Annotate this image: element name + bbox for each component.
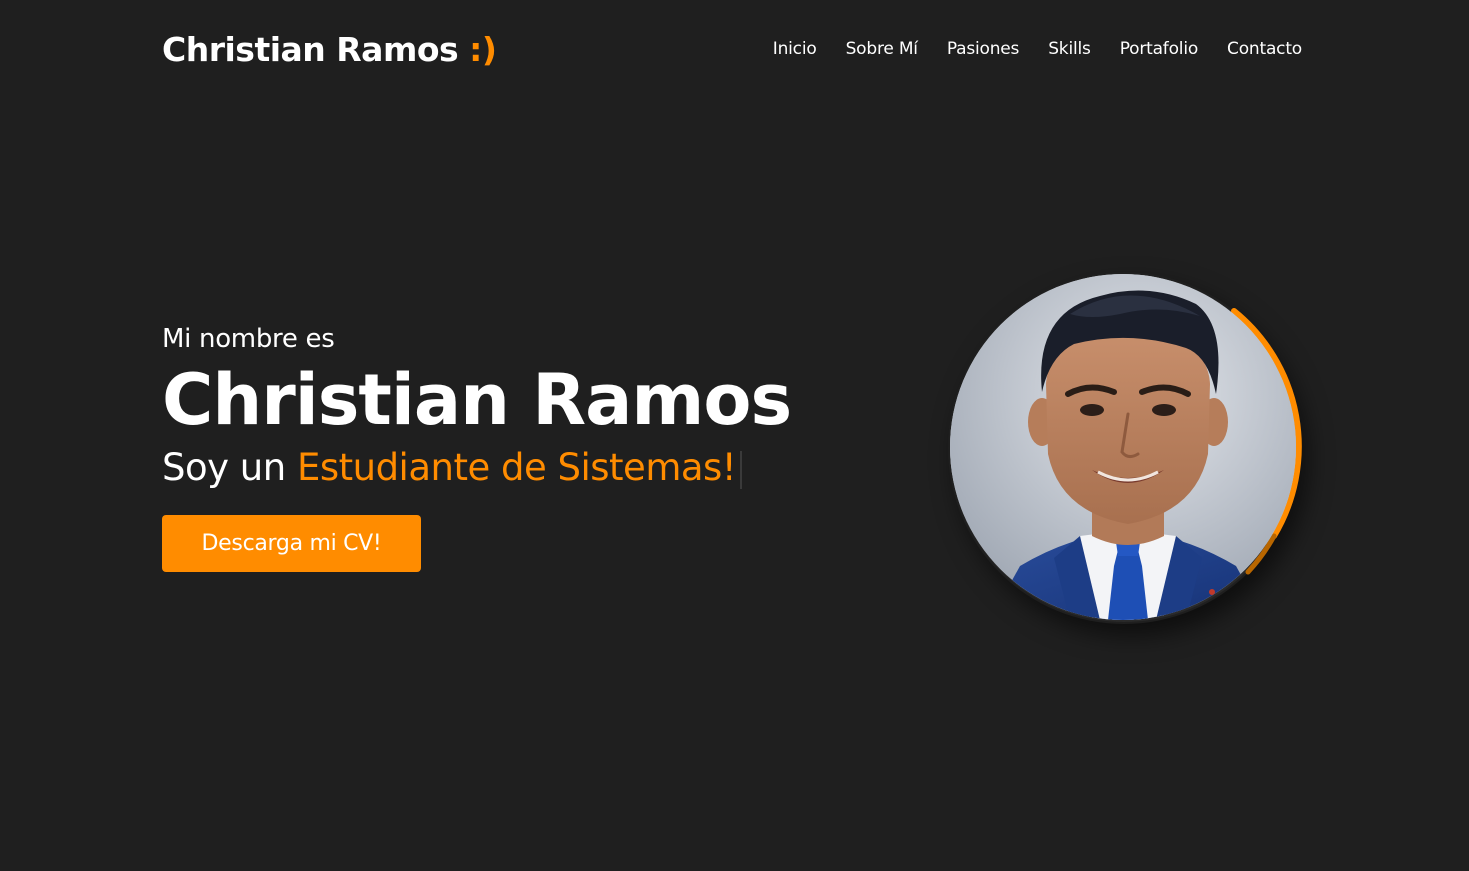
hero-name: Christian Ramos <box>162 359 792 441</box>
logo-smile: :) <box>469 30 497 69</box>
hero-intro: Mi nombre es <box>162 324 335 354</box>
nav-item-pasiones[interactable]: Pasiones <box>947 39 1020 59</box>
download-cv-button[interactable]: Descarga mi CV! <box>162 515 421 572</box>
profile-photo-icon <box>950 274 1296 620</box>
navbar: Christian Ramos :) Inicio Sobre Mí Pasio… <box>0 0 1469 100</box>
site-logo[interactable]: Christian Ramos :) <box>162 30 497 69</box>
profile-photo-frame <box>948 272 1304 628</box>
role-highlight: Estudiante de Sistemas! <box>296 446 737 489</box>
role-prefix: Soy un <box>162 446 297 489</box>
logo-text: Christian Ramos <box>162 30 459 69</box>
nav-item-contacto[interactable]: Contacto <box>1227 39 1302 59</box>
nav-item-skills[interactable]: Skills <box>1048 39 1091 59</box>
nav-menu: Inicio Sobre Mí Pasiones Skills Portafol… <box>773 39 1302 59</box>
hero-section: Mi nombre es Christian Ramos Soy un Estu… <box>162 320 792 492</box>
typing-cursor <box>740 450 743 489</box>
nav-item-inicio[interactable]: Inicio <box>773 39 817 59</box>
hero-role: Soy un Estudiante de Sistemas! <box>162 444 791 492</box>
nav-item-sobre-mi[interactable]: Sobre Mí <box>846 39 918 59</box>
nav-item-portafolio[interactable]: Portafolio <box>1120 39 1199 59</box>
avatar <box>950 274 1296 620</box>
